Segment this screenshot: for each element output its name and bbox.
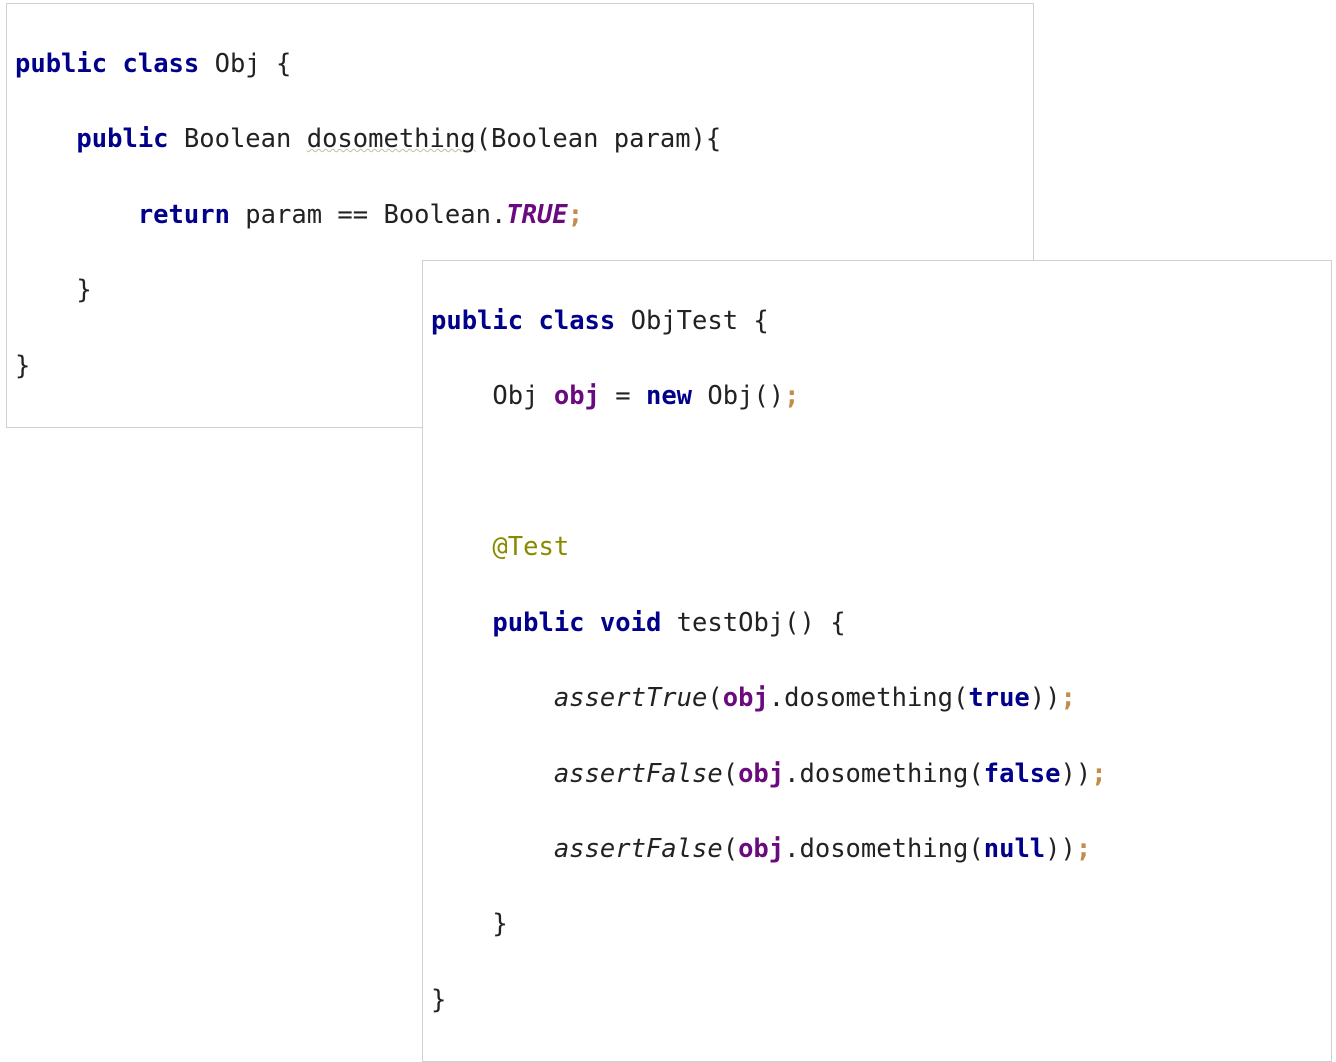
call: .dosomething( (784, 834, 984, 864)
code-line: return param == Boolean.TRUE; (15, 197, 1025, 235)
class-name: ObjTest { (615, 306, 769, 336)
semicolon: ; (1076, 834, 1091, 864)
indent (431, 683, 554, 713)
code-line (431, 454, 1323, 492)
semicolon: ; (1091, 759, 1106, 789)
field-obj: obj (738, 834, 784, 864)
code-line: @Test (431, 529, 1323, 567)
expr: param == Boolean. (230, 200, 506, 230)
code-line: } (431, 906, 1323, 944)
rparen: )) (1061, 759, 1092, 789)
semicolon: ; (784, 381, 799, 411)
kw-public: public (431, 306, 523, 336)
semicolon: ; (568, 200, 583, 230)
lparen: ( (723, 759, 738, 789)
assert-false: assertFalse (554, 759, 723, 789)
kw-public: public (15, 49, 107, 79)
indent (15, 200, 138, 230)
indent (431, 909, 492, 939)
assert-false: assertFalse (554, 834, 723, 864)
indent (431, 759, 554, 789)
kw-new: new (646, 381, 692, 411)
brace: } (431, 985, 446, 1015)
kw-true: true (968, 683, 1029, 713)
semicolon: ; (1061, 683, 1076, 713)
kw-void: void (600, 608, 661, 638)
indent (431, 834, 554, 864)
code-line: assertFalse(obj.dosomething(null)); (431, 831, 1323, 869)
eq: = (600, 381, 646, 411)
kw-public: public (492, 608, 584, 638)
annotation-test: @Test (492, 532, 569, 562)
return-type: Boolean (169, 124, 307, 154)
indent (431, 532, 492, 562)
kw-return: return (138, 200, 230, 230)
lparen: ( (707, 683, 722, 713)
class-name: Obj { (199, 49, 291, 79)
code-line: public void testObj() { (431, 605, 1323, 643)
method-name: dosomething (307, 124, 476, 154)
code-line: assertTrue(obj.dosomething(true)); (431, 680, 1323, 718)
ctor: Obj() (692, 381, 784, 411)
indent (431, 381, 492, 411)
code-block-objtest: public class ObjTest { Obj obj = new Obj… (422, 260, 1332, 1062)
field-obj: obj (554, 381, 600, 411)
kw-class: class (538, 306, 615, 336)
kw-public: public (76, 124, 168, 154)
rparen: )) (1045, 834, 1076, 864)
kw-false: false (984, 759, 1061, 789)
code-line: public class Obj { (15, 46, 1025, 84)
method-sig: testObj() { (661, 608, 845, 638)
const-true: TRUE (506, 200, 567, 230)
indent (431, 608, 492, 638)
indent (15, 124, 76, 154)
type: Obj (492, 381, 553, 411)
code-line: public class ObjTest { (431, 303, 1323, 341)
brace: } (76, 275, 91, 305)
code-line: public Boolean dosomething(Boolean param… (15, 121, 1025, 159)
lparen: ( (723, 834, 738, 864)
field-obj: obj (738, 759, 784, 789)
call: .dosomething( (784, 759, 984, 789)
blank (431, 457, 446, 487)
indent (15, 275, 76, 305)
call: .dosomething( (769, 683, 969, 713)
brace: } (492, 909, 507, 939)
rparen: )) (1030, 683, 1061, 713)
params: (Boolean param){ (476, 124, 722, 154)
code-line: Obj obj = new Obj(); (431, 378, 1323, 416)
code-line: } (431, 982, 1323, 1020)
kw-null: null (984, 834, 1045, 864)
brace: } (15, 351, 30, 381)
assert-true: assertTrue (554, 683, 708, 713)
code-line: assertFalse(obj.dosomething(false)); (431, 756, 1323, 794)
field-obj: obj (723, 683, 769, 713)
kw-class: class (122, 49, 199, 79)
